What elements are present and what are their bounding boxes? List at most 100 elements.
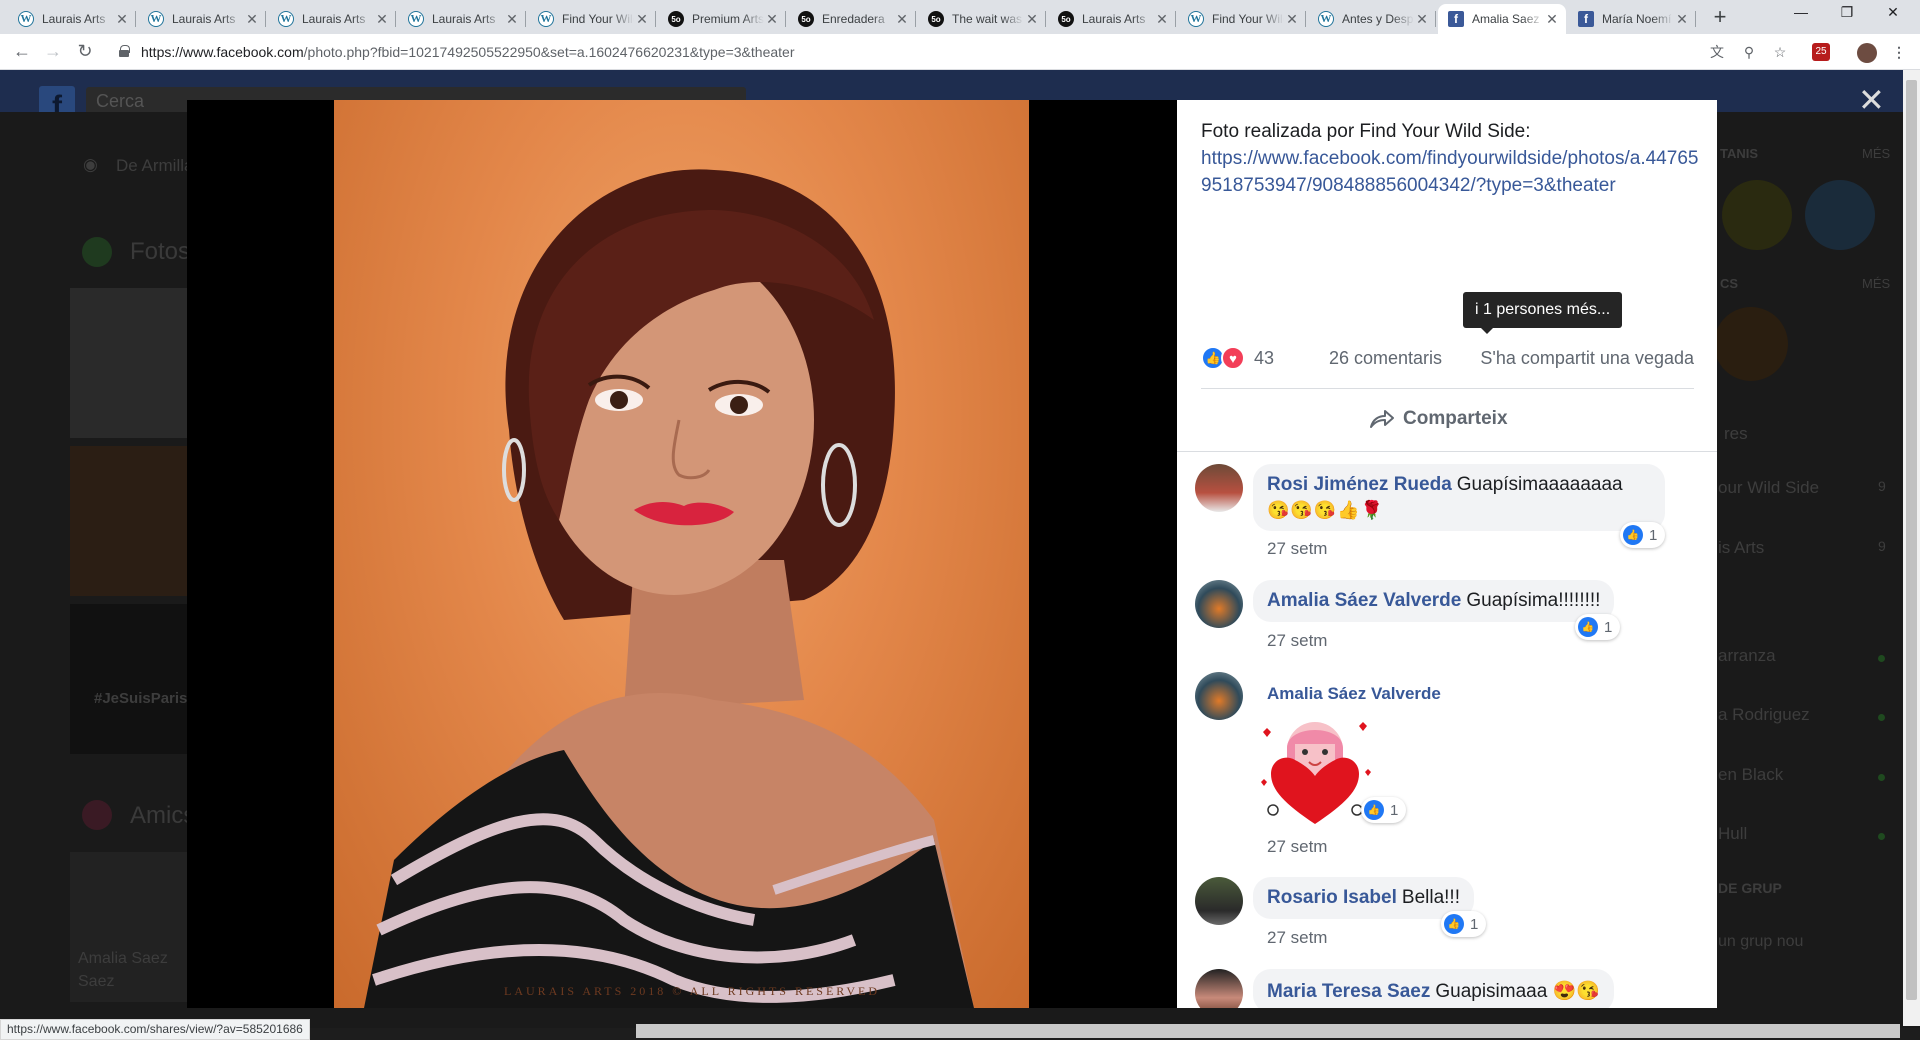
profile-avatar-icon[interactable] (1857, 43, 1877, 63)
close-tab-icon[interactable]: ✕ (1284, 11, 1300, 28)
close-tab-icon[interactable]: ✕ (374, 11, 390, 28)
address-toolbar: ← → ↻ https://www.facebook.com/photo.php… (0, 34, 1920, 70)
bg-photos-heading: Fotos (130, 238, 191, 265)
commenter-avatar[interactable] (1195, 464, 1243, 512)
comment-time[interactable]: 27 setm (1267, 631, 1327, 651)
forward-arrow-icon[interactable]: → (42, 42, 64, 60)
bg-right-count: 9 (1878, 478, 1886, 494)
close-tab-icon[interactable]: ✕ (1674, 11, 1690, 28)
close-tab-icon[interactable]: ✕ (634, 11, 650, 28)
caption-text: Foto realizada por Find Your Wild Side: (1201, 121, 1531, 142)
shares-count[interactable]: S'ha compartit una vegada (1480, 348, 1694, 369)
comment-bubble: Rosi Jiménez Rueda Guapísimaaaaaaaa 😘😘😘👍🌹 (1253, 464, 1665, 531)
vertical-scrollbar[interactable] (1903, 70, 1920, 1026)
close-tab-icon[interactable]: ✕ (114, 11, 130, 28)
browser-tab-active[interactable]: f Amalia Saez ✕ (1438, 4, 1566, 34)
like-mini-icon: 👍 (1364, 800, 1384, 820)
close-tab-icon[interactable]: ✕ (764, 11, 780, 28)
like-mini-icon: 👍 (1623, 525, 1643, 545)
bg-right-item: Hull (1718, 824, 1748, 843)
bg-right-section: TANIS (1720, 146, 1759, 161)
commenter-avatar[interactable] (1195, 580, 1243, 628)
bg-right-more: MÉS (1862, 276, 1891, 291)
minimize-button[interactable]: — (1778, 4, 1824, 20)
browser-tab[interactable]: f María Noemí ✕ (1568, 4, 1696, 34)
menu-dots-icon[interactable]: ⋮ (1890, 43, 1908, 61)
translate-icon[interactable]: 文 (1708, 43, 1726, 61)
bookmark-star-icon[interactable]: ☆ (1771, 43, 1789, 61)
portrait-illustration (364, 169, 974, 1008)
tab-title: Find Your Wild Side (562, 12, 634, 26)
extension-icon[interactable]: 25 (1812, 43, 1830, 61)
browser-tab[interactable]: W Antes y Despues✕ (1308, 4, 1436, 34)
close-tab-icon[interactable]: ✕ (504, 11, 520, 28)
comment-like-count[interactable]: 👍 1 (1361, 797, 1407, 823)
girl-with-heart-sticker[interactable] (1255, 712, 1375, 832)
close-tab-icon[interactable]: ✕ (1154, 11, 1170, 28)
comments-count[interactable]: 26 comentaris (1329, 348, 1442, 369)
close-tab-icon[interactable]: ✕ (1024, 11, 1040, 28)
like-count-text: 1 (1649, 526, 1658, 544)
comment-author[interactable]: Maria Teresa Saez (1267, 981, 1430, 1002)
browser-tab[interactable]: W Laurais Arts ✕ (398, 4, 526, 34)
restore-button[interactable]: ❐ (1824, 4, 1870, 21)
bg-friend-name: Saez (78, 973, 115, 990)
comment-author[interactable]: Amalia Sáez Valverde (1267, 684, 1441, 704)
close-tab-icon[interactable]: ✕ (1544, 11, 1560, 28)
back-arrow-icon[interactable]: ← (11, 42, 33, 60)
comment-like-count[interactable]: 👍 1 (1620, 522, 1666, 548)
comment-author[interactable]: Amalia Sáez Valverde (1267, 590, 1461, 611)
close-viewer-icon[interactable]: ✕ (1858, 84, 1885, 116)
comment-author[interactable]: Rosario Isabel (1267, 887, 1397, 908)
reload-icon[interactable]: ↻ (74, 42, 96, 60)
lock-icon[interactable] (119, 45, 130, 57)
url-field[interactable]: https://www.facebook.com/photo.php?fbid=… (141, 44, 794, 60)
horizontal-scrollbar[interactable] (636, 1024, 1900, 1038)
scrollbar-thumb[interactable] (1906, 80, 1917, 1000)
browser-tab[interactable]: 5o The wait was ✕ (918, 4, 1046, 34)
comment-like-count[interactable]: 👍 1 (1441, 911, 1487, 937)
bg-right-count: 9 (1878, 538, 1886, 554)
comment-text: Guapísima!!!!!!!! (1466, 590, 1601, 611)
browser-tab[interactable]: W Laurais Arts ✕ (138, 4, 266, 34)
love-reaction-icon[interactable]: ♥ (1221, 346, 1245, 370)
window-close-button[interactable]: ✕ (1870, 4, 1916, 21)
caption-link[interactable]: https://www.facebook.com/findyourwildsid… (1201, 145, 1701, 199)
browser-tab[interactable]: 5o Premium Arts ✕ (658, 4, 786, 34)
comment-time[interactable]: 27 setm (1267, 928, 1327, 948)
zoom-icon[interactable]: ⚲ (1740, 43, 1758, 61)
wordpress-icon: W (148, 11, 164, 27)
tab-title: Antes y Despues (1342, 12, 1414, 26)
new-tab-button[interactable]: + (1708, 6, 1732, 30)
bg-photo-thumb (70, 288, 188, 438)
reactions-count[interactable]: 43 (1254, 348, 1274, 369)
browser-tab[interactable]: W Laurais Arts ✕ (268, 4, 396, 34)
browser-tab[interactable]: W Find Your Wild Side✕ (528, 4, 656, 34)
close-tab-icon[interactable]: ✕ (1414, 11, 1430, 28)
comment-time[interactable]: 27 setm (1267, 539, 1327, 559)
bg-right-more: MÉS (1862, 146, 1891, 161)
bg-location: De Armilla (116, 156, 194, 175)
close-tab-icon[interactable]: ✕ (244, 11, 260, 28)
close-tab-icon[interactable]: ✕ (894, 11, 910, 28)
browser-tab[interactable]: W Find Your Wild Side✕ (1178, 4, 1306, 34)
wordpress-icon: W (1318, 11, 1334, 27)
comment-author[interactable]: Rosi Jiménez Rueda (1267, 474, 1452, 495)
browser-tab[interactable]: 5o Enredadera ✕ (788, 4, 916, 34)
comment-time[interactable]: 27 setm (1267, 837, 1327, 857)
portrait-photo[interactable]: LAURAIS ARTS 2018 © ALL RIGHTS RESERVED (334, 100, 1029, 1008)
commenter-avatar[interactable] (1195, 877, 1243, 925)
bg-right-item: en Black (1718, 765, 1784, 784)
wordpress-icon: W (408, 11, 424, 27)
commenter-avatar[interactable] (1195, 672, 1243, 720)
comment-like-count[interactable]: 👍 1 (1575, 614, 1621, 640)
comment-emojis: 😍😘 (1552, 981, 1600, 1002)
commenter-avatar[interactable] (1195, 969, 1243, 1008)
browser-tab[interactable]: 5o Laurais Arts ✕ (1048, 4, 1176, 34)
like-mini-icon: 👍 (1578, 617, 1598, 637)
browser-tab[interactable]: W Laurais Arts ✕ (8, 4, 136, 34)
bg-new-group: un grup nou (1718, 933, 1804, 950)
tab-title: Laurais Arts (432, 12, 496, 26)
share-button[interactable]: Comparteix (1367, 402, 1508, 436)
500px-icon: 5o (668, 11, 684, 27)
